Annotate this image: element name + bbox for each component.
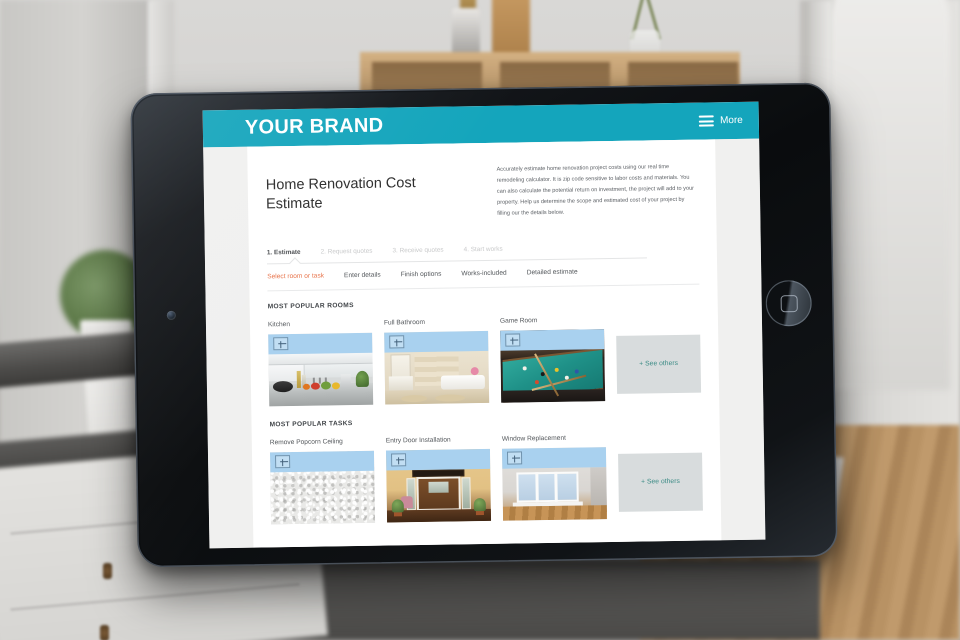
plus-icon[interactable] (275, 455, 291, 469)
front-camera-icon (166, 310, 176, 320)
home-button[interactable] (765, 279, 813, 327)
tab-works-included[interactable]: Works-included (461, 269, 506, 277)
intro-description: Accurately estimate home renovation proj… (496, 164, 695, 217)
step-item-receive-quotes[interactable]: 3. Receive quotes (392, 246, 443, 254)
brand-logo[interactable]: YOUR BRAND (245, 115, 384, 140)
plus-icon[interactable] (506, 451, 523, 465)
tablet-screen: YOUR BRAND More Home Renovation Cost Est… (202, 101, 766, 549)
plus-icon[interactable] (505, 333, 521, 347)
room-thumbnail[interactable] (384, 330, 490, 405)
room-thumbnail[interactable] (268, 332, 374, 406)
tab-select-room-or-task[interactable]: Select room or task (267, 272, 324, 280)
tab-detailed-estimate[interactable]: Detailed estimate (527, 268, 578, 276)
photo-scene: YOUR BRAND More Home Renovation Cost Est… (0, 0, 960, 640)
step-item-start-works[interactable]: 4. Start works (464, 245, 503, 253)
hamburger-icon (698, 115, 715, 127)
plus-icon[interactable] (391, 453, 407, 467)
background-cabinet-knob (103, 563, 112, 579)
task-card-window-replacement[interactable]: Window Replacement (501, 434, 608, 521)
more-menu-label: More (719, 114, 743, 127)
see-others-tasks-button[interactable]: + See others (618, 452, 703, 512)
room-card-game-room[interactable]: Game Room (500, 316, 606, 403)
room-thumbnail[interactable] (500, 328, 606, 403)
see-others-rooms-button[interactable]: + See others (616, 334, 702, 394)
tab-enter-details[interactable]: Enter details (344, 271, 381, 279)
room-card-full-bathroom[interactable]: Full Bathroom (384, 317, 490, 405)
intro-block: Home Renovation Cost Estimate Accurately… (261, 140, 702, 241)
task-card-remove-popcorn-ceiling[interactable]: Remove Popcorn Ceiling (269, 437, 376, 524)
plus-icon[interactable] (273, 337, 289, 351)
task-thumbnail[interactable] (385, 448, 492, 523)
tablet-device: YOUR BRAND More Home Renovation Cost Est… (130, 82, 838, 568)
step-item-estimate[interactable]: 1. Estimate (267, 248, 301, 256)
room-card-kitchen[interactable]: Kitchen (268, 319, 374, 406)
plus-icon[interactable] (389, 335, 405, 349)
page-body: Home Renovation Cost Estimate Accurately… (203, 138, 766, 549)
task-card-entry-door-installation[interactable]: Entry Door Installation (385, 435, 492, 523)
more-menu-button[interactable]: More (698, 114, 743, 127)
content-card: Home Renovation Cost Estimate Accurately… (247, 139, 722, 548)
tasks-card-row: Remove Popcorn Ceiling Entry Door Instal… (266, 432, 707, 524)
task-thumbnail[interactable] (269, 450, 376, 524)
task-thumbnail[interactable] (501, 446, 608, 521)
rooms-card-row: Kitchen Full Bathroom Game Room + See ot… (264, 314, 705, 406)
home-button-square-icon (780, 294, 798, 312)
tab-finish-options[interactable]: Finish options (401, 270, 442, 278)
step-item-request-quotes[interactable]: 2. Request quotes (321, 247, 373, 255)
background-archway (830, 0, 950, 390)
page-title: Home Renovation Cost Estimate (265, 175, 416, 213)
steps-wrapper: 1. Estimate 2. Request quotes 3. Receive… (263, 234, 704, 291)
background-cabinet-knob (100, 625, 109, 640)
